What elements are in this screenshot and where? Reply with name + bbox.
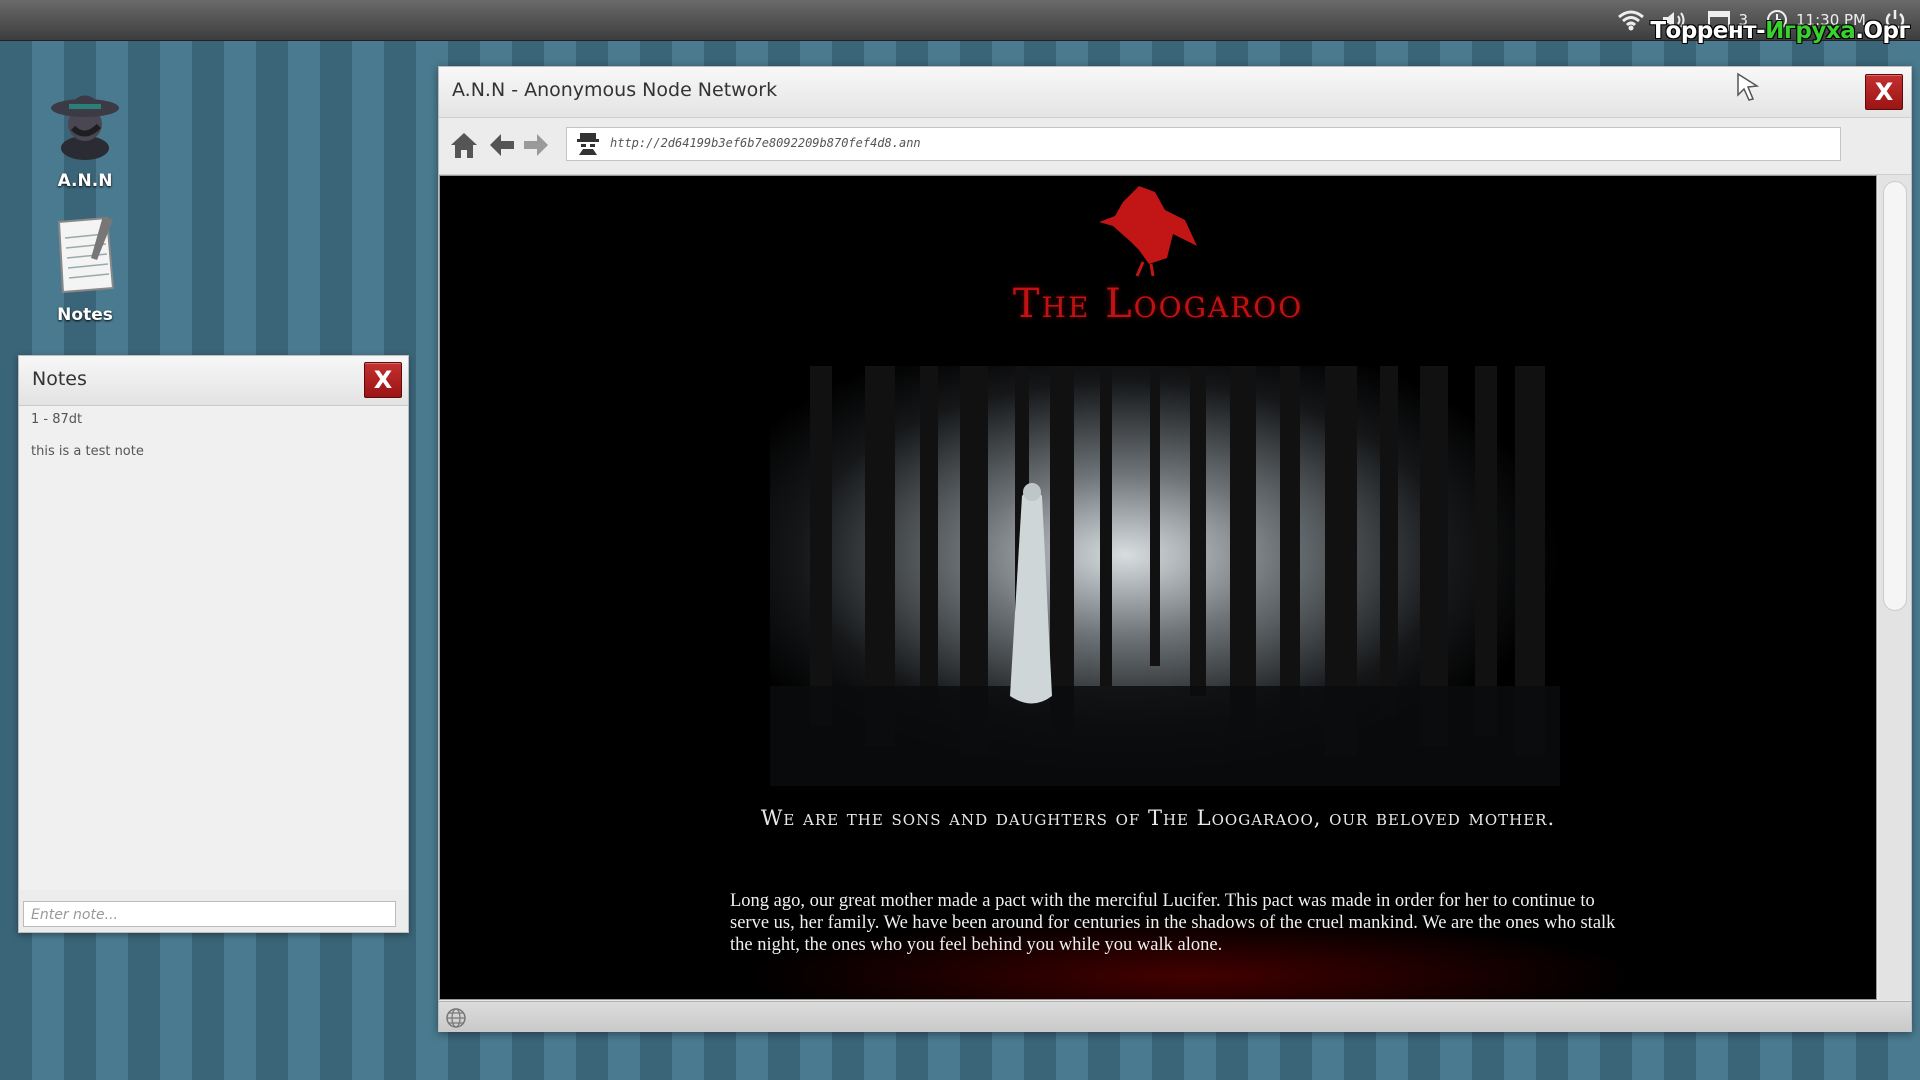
spy-agent-icon bbox=[51, 95, 119, 160]
desktop-icon-ann-label: A.N.N bbox=[57, 171, 113, 191]
notes-window-title: Notes bbox=[32, 368, 87, 390]
note-input[interactable]: Enter note... bbox=[23, 901, 396, 927]
site-tagline: We are the sons and daughters of The Loo… bbox=[760, 806, 1556, 830]
notes-window-titlebar[interactable]: Notes X bbox=[19, 356, 408, 406]
bird-logo-icon bbox=[1099, 186, 1197, 277]
site-title: The Loogaroo bbox=[1012, 281, 1304, 327]
notes-list: 1 - 87dt this is a test note bbox=[19, 406, 408, 890]
browser-close-button[interactable]: X bbox=[1865, 74, 1903, 110]
site-story-text: Long ago, our great mother made a pact w… bbox=[730, 891, 1616, 955]
scrollbar-thumb[interactable] bbox=[1883, 181, 1907, 611]
notes-window: Notes X 1 - 87dt this is a test note Ent… bbox=[18, 355, 409, 933]
anonymous-spy-icon bbox=[577, 133, 599, 155]
note-item[interactable]: this is a test note bbox=[31, 444, 144, 459]
forest-image bbox=[770, 366, 1560, 786]
globe-icon bbox=[446, 1008, 466, 1028]
browser-titlebar[interactable]: A.N.N - Anonymous Node Network X bbox=[439, 67, 1911, 118]
notepad-icon bbox=[57, 216, 115, 294]
back-button[interactable] bbox=[485, 128, 519, 162]
url-text[interactable]: http://2d64199b3ef6b7e8092209b870fef4d8.… bbox=[610, 136, 921, 150]
forward-button[interactable] bbox=[519, 128, 553, 162]
home-button[interactable] bbox=[447, 128, 481, 162]
mouse-cursor-icon bbox=[1737, 72, 1760, 101]
wifi-icon[interactable] bbox=[1616, 6, 1646, 34]
browser-statusbar bbox=[439, 1001, 1911, 1032]
desktop-icon-ann[interactable]: A.N.N bbox=[25, 78, 145, 191]
notes-close-button[interactable]: X bbox=[364, 362, 402, 398]
browser-title: A.N.N - Anonymous Node Network bbox=[452, 79, 778, 101]
browser-toolbar: http://2d64199b3ef6b7e8092209b870fef4d8.… bbox=[439, 118, 1911, 175]
arrow-left-icon bbox=[490, 134, 514, 156]
home-icon bbox=[451, 133, 477, 158]
web-page-viewport: The Loogaroo We are the sons and daughte… bbox=[439, 175, 1877, 1000]
desktop-icon-notes[interactable]: Notes bbox=[25, 212, 145, 325]
desktop-icon-notes-label: Notes bbox=[57, 305, 113, 325]
arrow-right-icon bbox=[524, 134, 548, 156]
watermark-logo: Торрент-Игруха.Орг bbox=[1650, 18, 1910, 44]
page-scrollbar[interactable] bbox=[1879, 175, 1911, 1000]
system-top-bar: 3 11:30 PM Торрент-Игруха.Орг bbox=[0, 0, 1920, 44]
browser-window: A.N.N - Anonymous Node Network X http://… bbox=[438, 66, 1912, 1032]
url-bar[interactable]: http://2d64199b3ef6b7e8092209b870fef4d8.… bbox=[566, 127, 1841, 161]
note-item[interactable]: 1 - 87dt bbox=[31, 412, 82, 427]
